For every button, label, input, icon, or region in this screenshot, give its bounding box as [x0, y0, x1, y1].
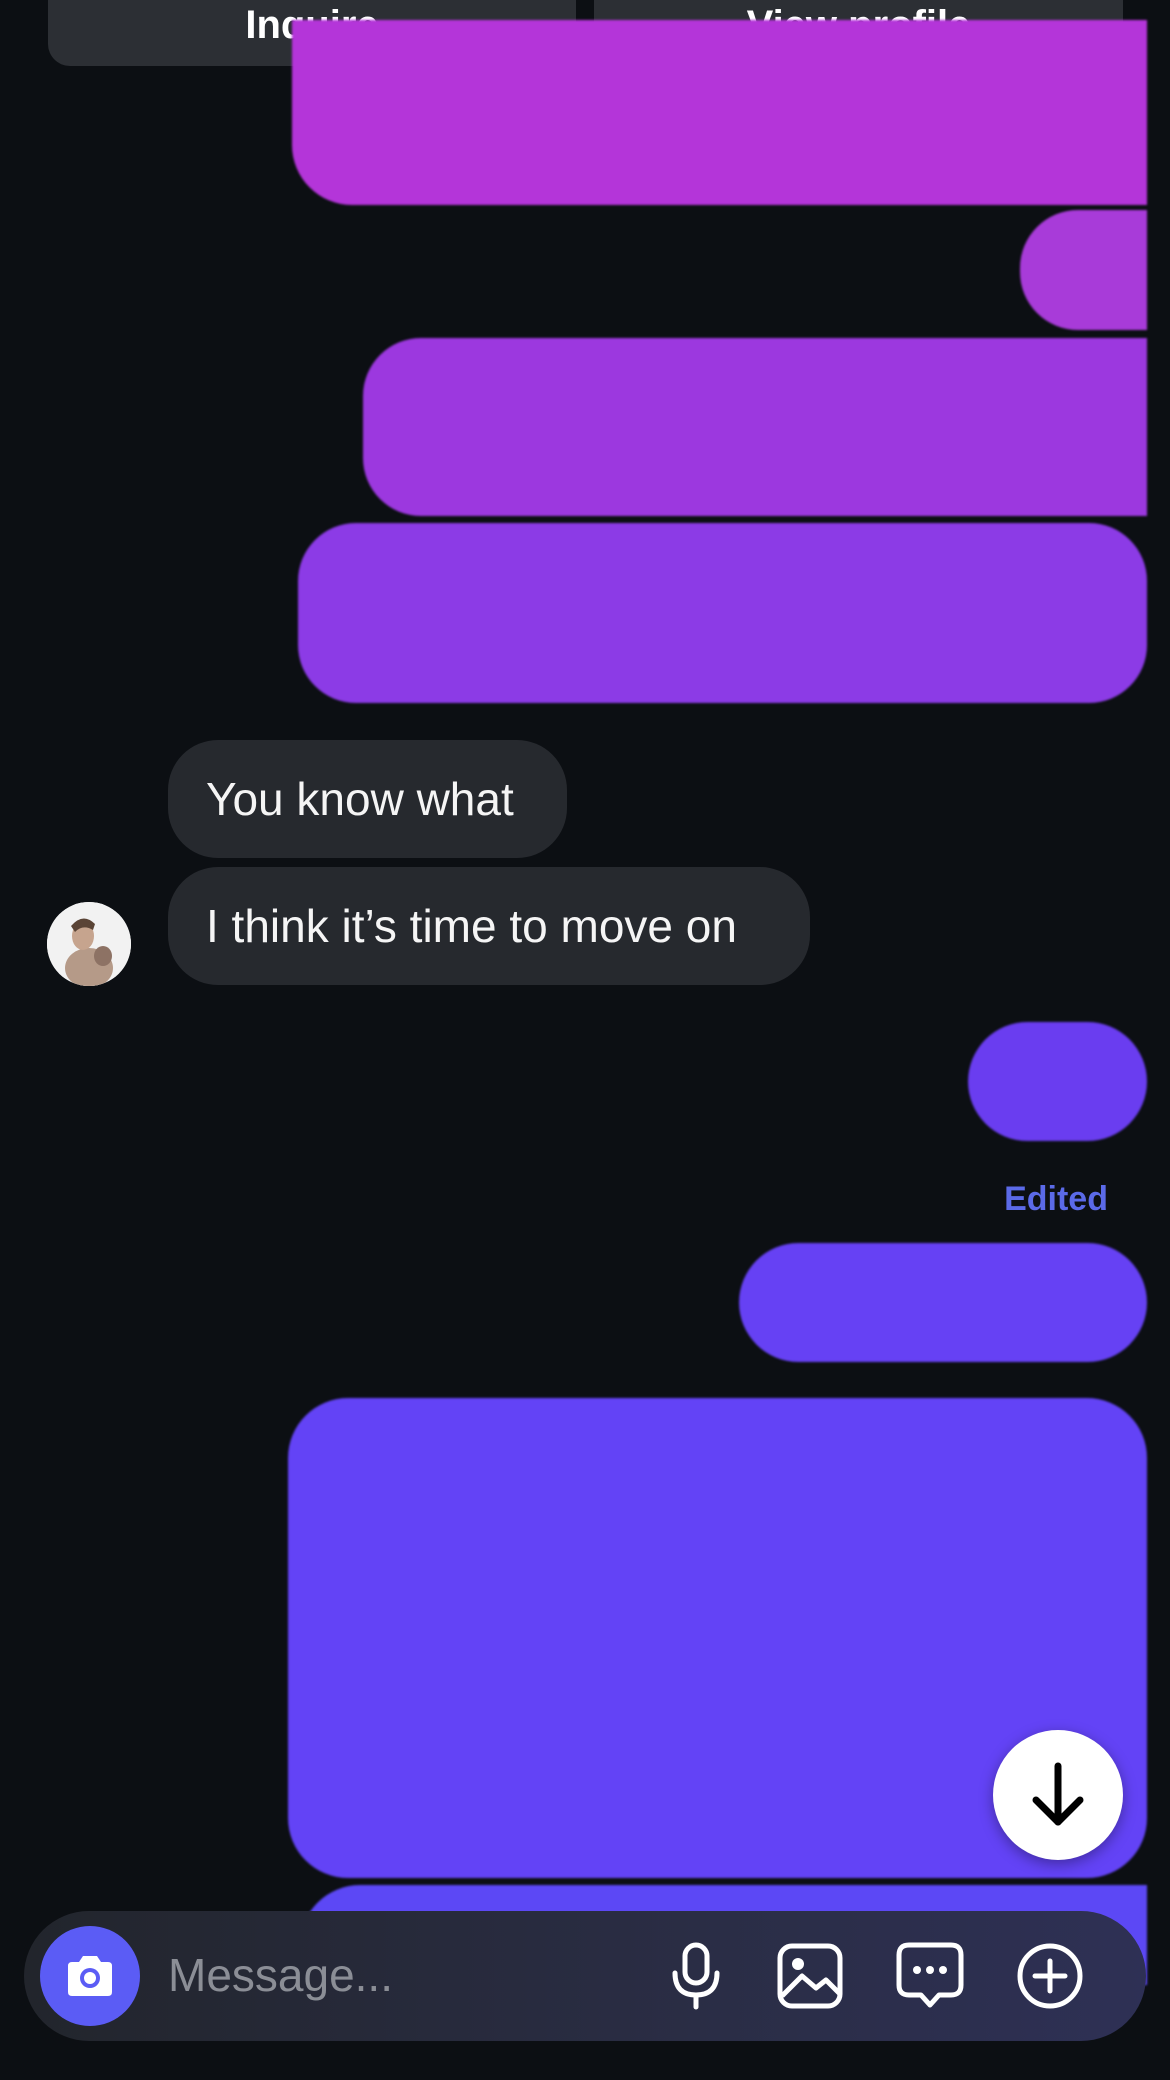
- message-text: I think it’s time to move on: [206, 900, 737, 952]
- gallery-button[interactable]: [774, 1940, 846, 2012]
- outgoing-message[interactable]: [968, 1022, 1147, 1141]
- outgoing-message[interactable]: [363, 338, 1147, 516]
- chat-bubble-icon: [896, 1942, 964, 2008]
- add-button[interactable]: [1014, 1940, 1086, 2012]
- message-text: You know what: [206, 773, 514, 825]
- edited-label: Edited: [1004, 1180, 1108, 1218]
- microphone-button[interactable]: [660, 1940, 732, 2012]
- camera-button[interactable]: [40, 1926, 140, 2026]
- arrow-down-icon: [1032, 1762, 1084, 1826]
- incoming-message[interactable]: You know what: [168, 740, 567, 858]
- outgoing-message[interactable]: [739, 1243, 1147, 1362]
- outgoing-message[interactable]: [292, 20, 1147, 205]
- outgoing-message[interactable]: [298, 523, 1147, 703]
- outgoing-message[interactable]: [1020, 210, 1147, 330]
- scroll-down-button[interactable]: [993, 1730, 1123, 1860]
- plus-circle-icon: [1017, 1943, 1083, 2009]
- avatar-photo: [47, 902, 131, 986]
- incoming-message[interactable]: I think it’s time to move on: [168, 867, 810, 985]
- camera-icon: [68, 1956, 112, 1996]
- avatar[interactable]: [47, 902, 131, 986]
- image-icon: [777, 1943, 843, 2009]
- microphone-icon: [672, 1942, 720, 2010]
- message-input[interactable]: Message...: [168, 1948, 393, 2002]
- sticker-button[interactable]: [894, 1940, 966, 2012]
